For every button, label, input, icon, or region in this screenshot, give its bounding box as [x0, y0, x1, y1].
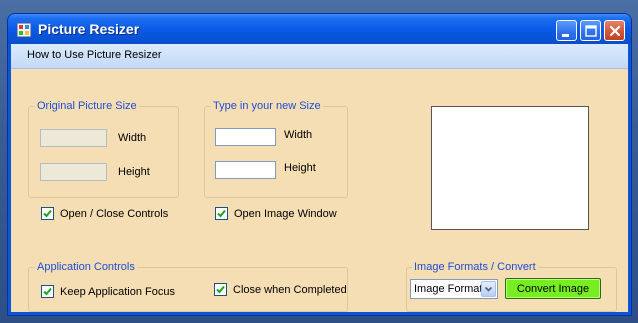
- minimize-button[interactable]: [556, 20, 577, 41]
- image-preview: [431, 106, 589, 230]
- close-when-completed-checkbox[interactable]: [214, 283, 227, 296]
- open-close-controls-checkbox[interactable]: [41, 207, 54, 220]
- original-size-group: Original Picture Size Width Height: [28, 100, 179, 198]
- checkmark-icon: [217, 209, 226, 218]
- original-size-legend: Original Picture Size: [35, 100, 139, 113]
- keep-application-focus-checkbox[interactable]: [41, 285, 54, 298]
- original-height-field: [40, 163, 107, 181]
- application-controls-group: Application Controls Keep Application Fo…: [28, 261, 348, 312]
- title-bar[interactable]: Picture Resizer: [8, 14, 631, 44]
- original-width-label: Width: [118, 132, 147, 144]
- maximize-icon: [585, 25, 597, 37]
- application-controls-legend: Application Controls: [35, 261, 137, 274]
- original-height-label: Height: [118, 166, 150, 178]
- open-image-window-label[interactable]: Open Image Window: [234, 208, 337, 220]
- image-formats-legend: Image Formats / Convert: [412, 261, 538, 274]
- client-area: How to Use Picture Resizer Original Pict…: [11, 44, 628, 312]
- new-size-legend: Type in your new Size: [211, 100, 323, 113]
- image-format-select[interactable]: Image Format: [410, 279, 498, 299]
- new-width-input[interactable]: [215, 128, 276, 146]
- close-when-completed-label[interactable]: Close when Completed: [233, 284, 347, 296]
- menu-item-how-to-use[interactable]: How to Use Picture Resizer: [27, 49, 162, 61]
- app-icon: [17, 23, 31, 37]
- checkmark-icon: [43, 287, 52, 296]
- app-window: Picture Resizer How to Use Picture Resiz…: [8, 14, 631, 315]
- checkmark-icon: [43, 209, 52, 218]
- minimize-icon: [562, 34, 569, 37]
- chevron-down-icon: [484, 286, 493, 292]
- checkmark-icon: [216, 285, 225, 294]
- open-close-controls-label[interactable]: Open / Close Controls: [60, 208, 168, 220]
- keep-application-focus-label[interactable]: Keep Application Focus: [60, 286, 175, 298]
- convert-image-button[interactable]: Convert Image: [505, 278, 601, 299]
- image-format-selected-value: Image Format: [414, 283, 483, 295]
- new-height-input[interactable]: [215, 161, 276, 179]
- original-width-field: [40, 129, 107, 147]
- new-height-label: Height: [284, 162, 316, 174]
- close-icon: [609, 25, 621, 37]
- window-title: Picture Resizer: [38, 21, 140, 37]
- maximize-button[interactable]: [580, 20, 601, 41]
- new-width-label: Width: [284, 129, 313, 141]
- close-button[interactable]: [604, 20, 625, 41]
- open-image-window-checkbox[interactable]: [215, 207, 228, 220]
- new-size-group: Type in your new Size Width Height: [204, 100, 348, 198]
- menu-bar: How to Use Picture Resizer: [11, 44, 628, 69]
- dropdown-button[interactable]: [481, 281, 496, 297]
